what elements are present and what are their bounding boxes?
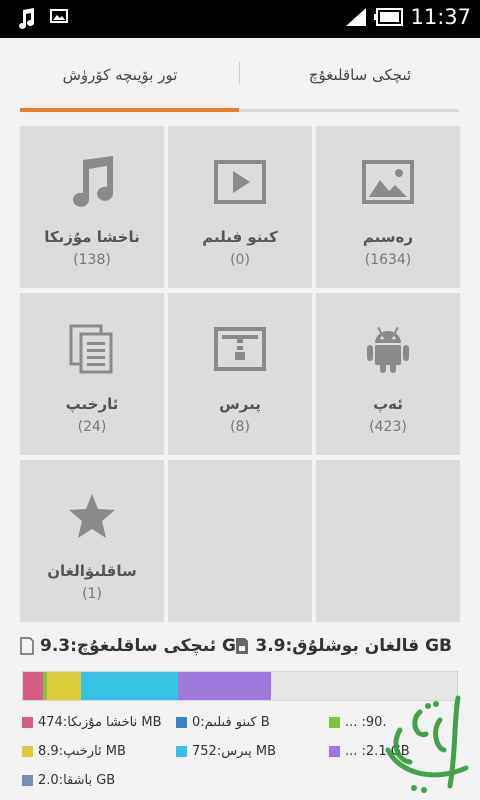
category-documents[interactable]: ئارخىپ (24) <box>20 293 164 455</box>
usage-segment <box>178 672 272 700</box>
legend-text: كىنو فىلىم:0 B <box>192 715 270 730</box>
category-pictures[interactable]: رەسىم (1634) <box>316 126 460 288</box>
category-count: (423) <box>369 419 407 435</box>
storage-icon <box>236 638 249 654</box>
calligraphy-watermark <box>385 695 469 793</box>
image-notification-icon <box>50 9 68 23</box>
storage-summary: ئىچكى ساقلىغۇچ:9.3 GB قالغان بوشلۇق:3.9 … <box>20 632 460 664</box>
status-bar: 11:37 <box>0 0 480 38</box>
empty-tile <box>168 460 312 622</box>
category-label: پىرس <box>219 395 261 413</box>
internal-storage-total: ئىچكى ساقلىغۇچ:9.3 GB <box>20 636 249 656</box>
picture-icon <box>362 160 414 204</box>
legend-swatch <box>22 746 33 757</box>
tab-internal-storage[interactable]: ئىچكى ساقلىغۇچ <box>240 38 480 112</box>
star-icon <box>69 494 115 538</box>
usage-segment <box>81 672 179 700</box>
category-favorites[interactable]: ساقلىۋالغان (1) <box>20 460 164 622</box>
category-archives[interactable]: پىرس (8) <box>168 293 312 455</box>
category-grid: ناخشا مۇزىكا (138) كىنو فىلىم (0) رەسىم … <box>20 126 460 623</box>
legend-text: باشقا:2.0 GB <box>38 773 116 788</box>
category-label: رەسىم <box>362 228 414 246</box>
category-count: (1) <box>82 586 102 602</box>
legend-item-other: باشقا:2.0 GB <box>22 773 115 788</box>
tab-active-indicator <box>20 108 239 112</box>
tab-browse-by-type[interactable]: تور بۆيىچە كۆرۈش <box>0 38 240 112</box>
video-icon <box>214 160 266 204</box>
tab-bar: تور بۆيىچە كۆرۈش ئىچكى ساقلىغۇچ <box>0 38 480 112</box>
tab-label: ئىچكى ساقلىغۇچ <box>308 66 412 84</box>
usage-segment <box>47 672 82 700</box>
legend-swatch <box>176 746 187 757</box>
legend-item-music: ناخشا مۇزىكا:474 MB <box>22 715 162 730</box>
signal-icon <box>346 8 367 26</box>
empty-tile <box>316 460 460 622</box>
legend-item-video: كىنو فىلىم:0 B <box>176 715 270 730</box>
legend-swatch <box>329 717 340 728</box>
android-icon <box>367 326 409 373</box>
tab-label: تور بۆيىچە كۆرۈش <box>62 66 178 84</box>
battery-icon <box>374 8 404 26</box>
category-count: (1634) <box>364 252 412 268</box>
category-apps[interactable]: ئەپ (423) <box>316 293 460 455</box>
category-count: (24) <box>77 419 107 435</box>
free-space: قالغان بوشلۇق:3.9 GB <box>235 636 452 656</box>
usage-segment <box>23 672 44 700</box>
legend-text: پىرس:752 MB <box>192 744 277 759</box>
music-note-icon <box>73 156 113 207</box>
legend-swatch <box>22 717 33 728</box>
sd-card-icon <box>20 637 34 655</box>
status-bar-right: 11:37 <box>344 5 471 29</box>
legend-text: ئارخىپ:8.9 MB <box>38 744 126 759</box>
internal-storage-text: ئىچكى ساقلىغۇچ:9.3 GB <box>40 636 249 656</box>
category-label: ئەپ <box>373 395 403 413</box>
legend-item-archives: پىرس:752 MB <box>176 744 276 759</box>
category-label: كىنو فىلىم <box>202 228 278 246</box>
category-music[interactable]: ناخشا مۇزىكا (138) <box>20 126 164 288</box>
legend-text: ناخشا مۇزىكا:474 MB <box>38 715 162 730</box>
category-count: (8) <box>230 419 250 435</box>
category-label: ناخشا مۇزىكا <box>44 228 140 246</box>
category-count: (0) <box>230 252 250 268</box>
category-label: ئارخىپ <box>65 395 119 413</box>
status-clock: 11:37 <box>410 5 471 29</box>
category-video[interactable]: كىنو فىلىم (0) <box>168 126 312 288</box>
legend-swatch <box>176 717 187 728</box>
archive-icon <box>214 327 266 371</box>
music-note-icon <box>19 8 34 29</box>
status-bar-left <box>16 8 68 30</box>
legend-swatch <box>22 775 33 786</box>
category-count: (138) <box>73 252 111 268</box>
legend-item-documents: ئارخىپ:8.9 MB <box>22 744 126 759</box>
category-label: ساقلىۋالغان <box>47 562 137 580</box>
free-space-text: قالغان بوشلۇق:3.9 GB <box>255 636 452 656</box>
document-icon <box>69 324 113 374</box>
legend-swatch <box>329 746 340 757</box>
